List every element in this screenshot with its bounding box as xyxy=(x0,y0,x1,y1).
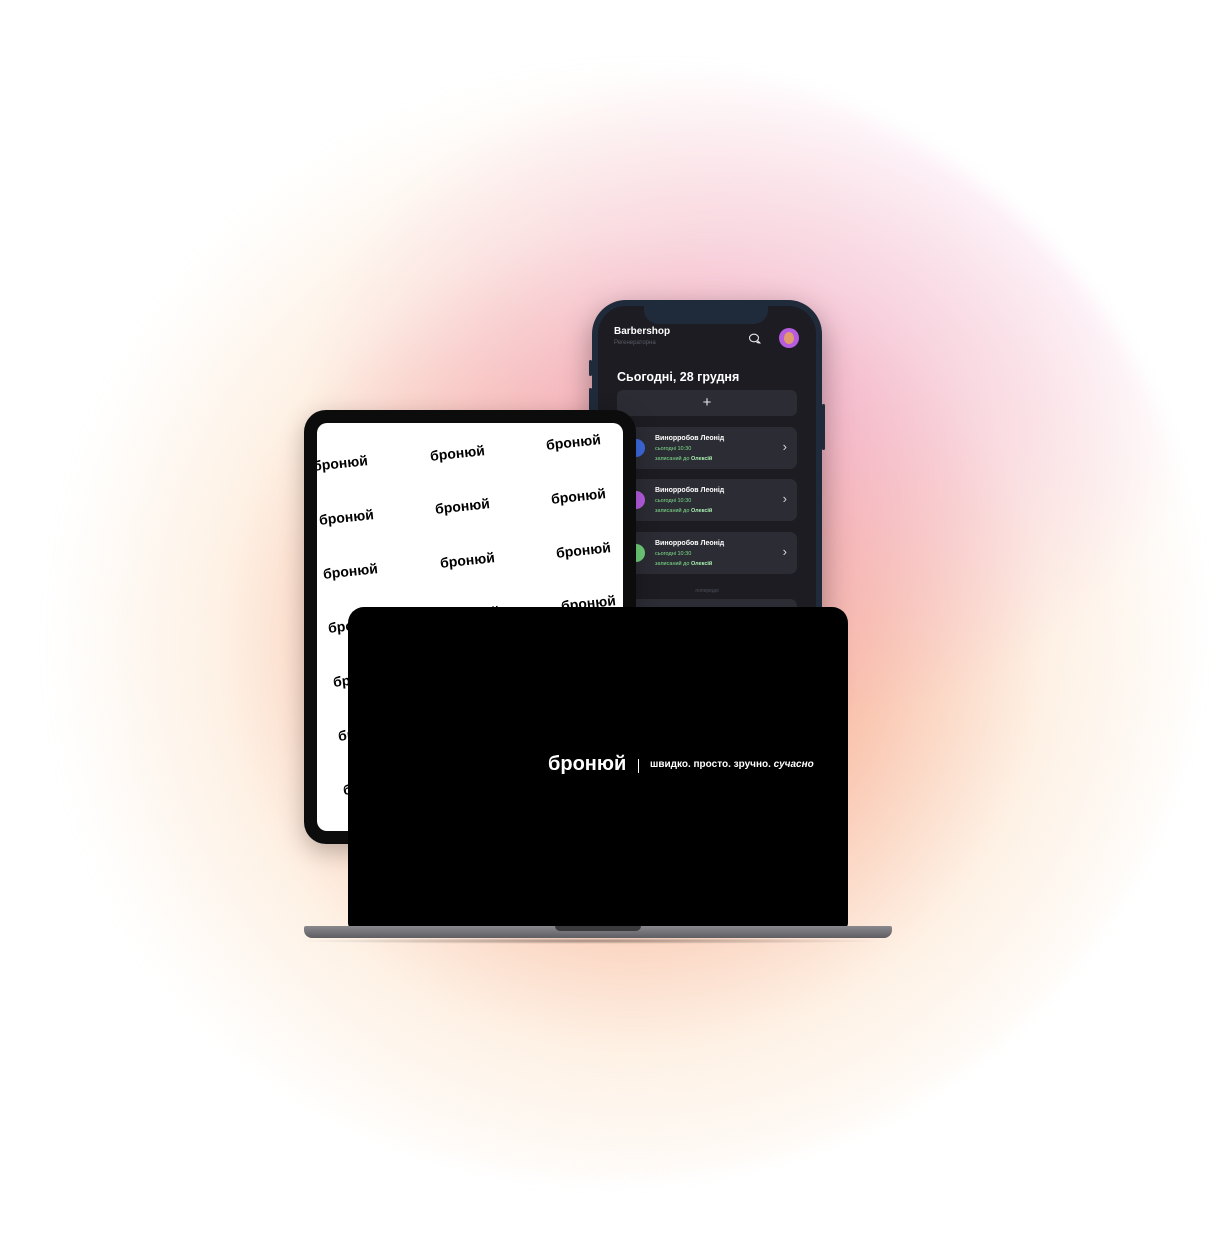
watermark-text: бронюй xyxy=(545,431,602,453)
watermark-text: бронюй xyxy=(550,485,607,507)
appointment-time: сьогодні 10:30 xyxy=(655,446,692,452)
appointment-card[interactable]: Винорробов Леонід сьогодні 10:30 записан… xyxy=(617,532,797,574)
appointment-card[interactable]: Винорробов Леонід сьогодні 10:30 записан… xyxy=(617,479,797,521)
phone-side-button xyxy=(589,360,592,376)
profile-avatar[interactable] xyxy=(779,328,799,348)
watermark-text: бронюй xyxy=(434,495,491,517)
client-name: Винорробов Леонід xyxy=(655,540,725,547)
watermark-text: бронюй xyxy=(318,506,375,528)
phone-power-button xyxy=(822,404,825,450)
client-name: Винорробов Леонід xyxy=(655,487,725,494)
phone-notch xyxy=(644,306,768,324)
appointment-master: записаний до Олексій xyxy=(655,456,713,462)
appointment-master: записаний до Олексій xyxy=(655,508,713,514)
laptop-screen: бронюй швидко. просто. зручно. сучасно xyxy=(348,607,848,929)
laptop-shadow xyxy=(290,938,890,944)
watermark-text: бронюй xyxy=(322,560,379,582)
chat-bubbles-icon[interactable] xyxy=(748,332,762,346)
brand-logo: бронюй xyxy=(548,753,627,775)
appointment-master: записаний до Олексій xyxy=(655,561,713,567)
watermark-text: бронюй xyxy=(429,442,486,464)
watermark-text: бронюй xyxy=(439,549,496,571)
slogan: швидко. просто. зручно. сучасно xyxy=(650,759,814,770)
appointment-time: сьогодні 10:30 xyxy=(655,551,692,557)
business-title: Barbershop xyxy=(614,326,671,337)
watermark-text: бронюй xyxy=(555,539,612,561)
appointment-card[interactable]: Винорробов Леонід сьогодні 10:30 записан… xyxy=(617,427,797,469)
appointment-time: сьогодні 10:30 xyxy=(655,498,692,504)
watermark-text: бронюй xyxy=(317,452,369,474)
chevron-right-icon: › xyxy=(782,439,787,454)
date-heading: Сьогодні, 28 грудня xyxy=(617,370,740,384)
laptop-hinge-notch xyxy=(555,926,641,931)
business-subtitle: Регенераторна xyxy=(614,340,656,346)
client-name: Винорробов Леонід xyxy=(655,435,725,442)
chevron-right-icon: › xyxy=(782,544,787,559)
divider xyxy=(638,759,639,773)
chevron-right-icon: › xyxy=(782,491,787,506)
add-appointment-button[interactable]: + xyxy=(617,390,797,416)
